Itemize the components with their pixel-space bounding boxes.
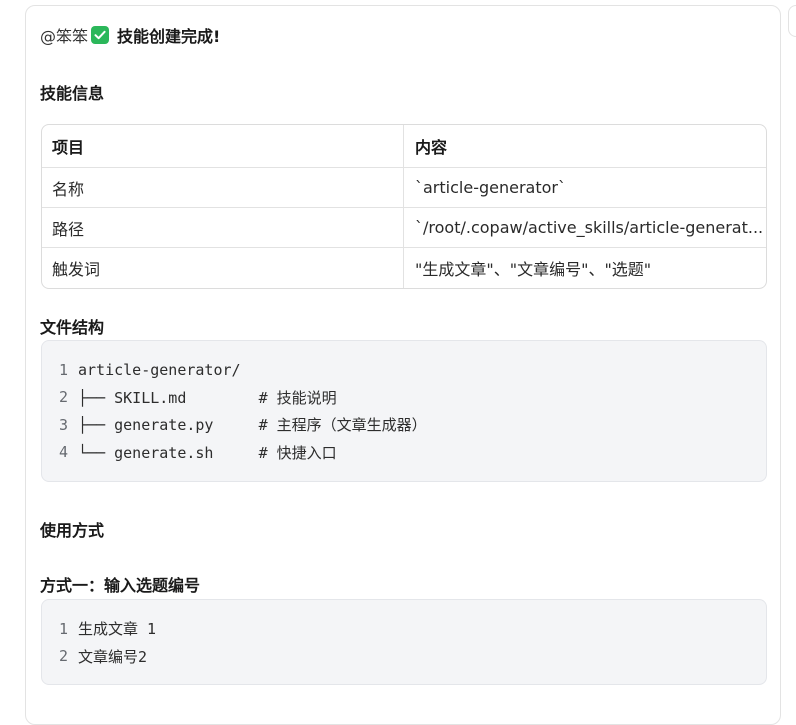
code-line: 2 ├── SKILL.md # 技能说明: [42, 384, 766, 412]
table-cell-item: 触发词: [42, 248, 404, 288]
code-text: article-generator/: [78, 360, 241, 379]
code-line: 3 ├── generate.py # 主程序（文章生成器）: [42, 411, 766, 439]
table-cell-item: 路径: [42, 208, 404, 247]
table-header-row: 项目 内容: [42, 125, 766, 168]
code-line: 2 文章编号2: [42, 643, 766, 671]
skill-info-table: 项目 内容 名称 `article-generator` 路径 `/root/.…: [41, 124, 767, 289]
line-number: 4: [58, 443, 68, 462]
table-row: 触发词 "生成文章"、"文章编号"、"选题": [42, 248, 766, 288]
method-one-heading: 方式一：输入选题编号: [40, 576, 201, 595]
skill-info-heading: 技能信息: [40, 84, 105, 103]
table-cell-content: "生成文章"、"文章编号"、"选题": [415, 260, 652, 279]
file-structure-heading: 文件结构: [40, 318, 105, 337]
code-text: ├── SKILL.md # 技能说明: [78, 388, 337, 407]
code-text: └── generate.sh # 快捷入口: [78, 443, 337, 462]
code-text: 生成文章 1: [78, 620, 157, 639]
code-text: 文章编号2: [78, 647, 148, 666]
table-row: 名称 `article-generator`: [42, 168, 766, 208]
code-line: 4 └── generate.sh # 快捷入口: [42, 439, 766, 467]
table-header-cell: 内容: [415, 138, 448, 157]
table-cell-content: `article-generator`: [415, 178, 566, 197]
code-line: 1 生成文章 1: [42, 615, 766, 643]
code-text: ├── generate.py # 主程序（文章生成器）: [78, 416, 427, 435]
line-number: 2: [58, 647, 68, 666]
line-number: 3: [58, 415, 68, 434]
table-cell-content: `/root/.copaw/active_skills/article-gene…: [415, 218, 764, 237]
file-structure-code-block[interactable]: 1 article-generator/ 2 ├── SKILL.md # 技能说明…: [41, 340, 767, 482]
table-cell-item: 名称: [42, 168, 404, 207]
usage-heading: 使用方式: [40, 521, 105, 540]
usage-code-block[interactable]: 1 生成文章 1 2 文章编号2: [41, 599, 767, 685]
line-number: 1: [58, 360, 68, 379]
line-number: 1: [58, 619, 68, 638]
message-header: @笨笨 技能创建完成!: [40, 23, 220, 47]
user-mention[interactable]: @笨笨: [40, 23, 88, 47]
line-number: 2: [58, 388, 68, 407]
message-title: 技能创建完成!: [117, 27, 221, 46]
table-header-cell: 项目: [42, 125, 404, 167]
check-icon: [91, 26, 110, 44]
table-row: 路径 `/root/.copaw/active_skills/article-g…: [42, 208, 766, 248]
adjacent-card-edge: [788, 5, 796, 37]
code-line: 1 article-generator/: [42, 356, 766, 384]
